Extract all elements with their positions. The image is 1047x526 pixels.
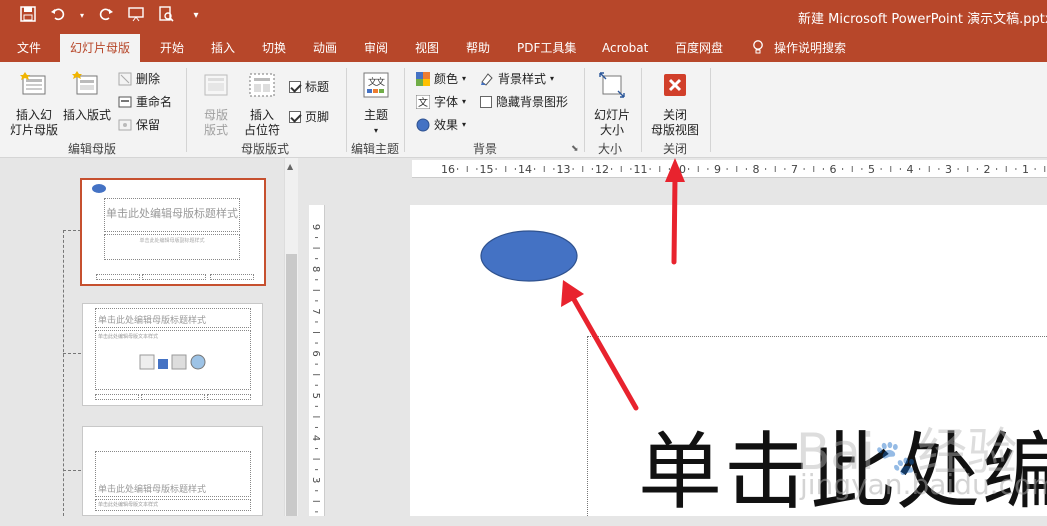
arrow-to-close-button — [665, 158, 685, 265]
arrow-to-ellipse — [561, 280, 639, 411]
annotation-arrows — [561, 158, 685, 411]
